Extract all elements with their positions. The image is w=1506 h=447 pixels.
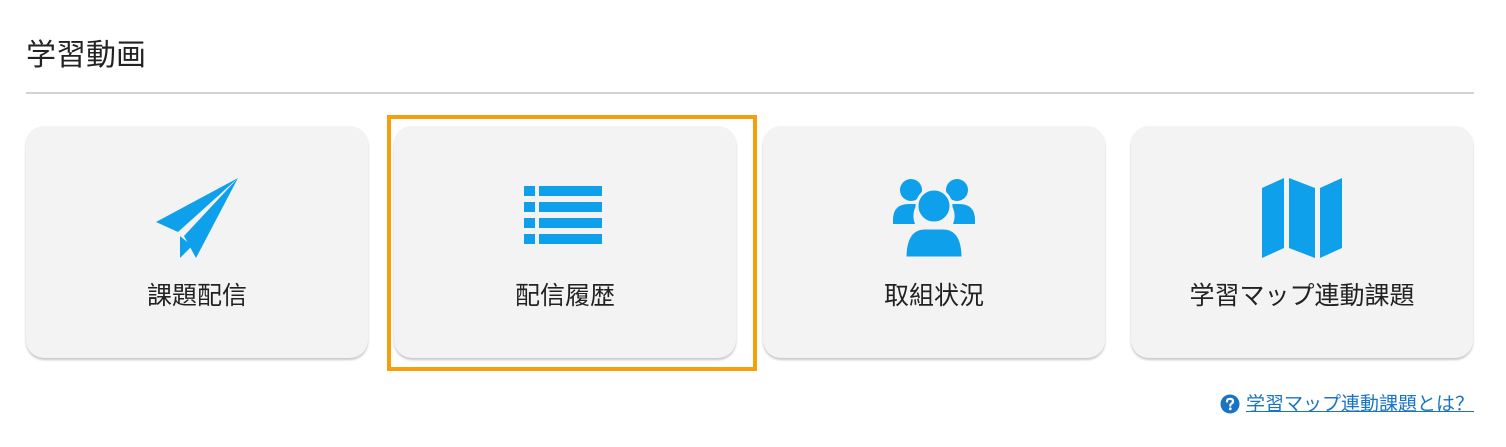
users-icon — [889, 176, 979, 260]
card-label: 配信履歴 — [514, 281, 615, 310]
card-label: 課題配信 — [146, 281, 247, 310]
card-assignment-delivery[interactable]: 課題配信 — [26, 126, 368, 358]
map-icon — [1257, 176, 1347, 260]
card-label: 取組状況 — [883, 281, 984, 310]
list-icon — [520, 176, 610, 260]
paper-plane-icon — [152, 176, 242, 260]
question-circle-icon — [1220, 394, 1240, 414]
card-progress-status[interactable]: 取組状況 — [763, 126, 1105, 358]
card-learning-map-assignment[interactable]: 学習マップ連動課題 — [1131, 126, 1473, 358]
header-divider — [26, 92, 1474, 94]
help-link-text: 学習マップ連動課題とは？ — [1245, 393, 1474, 415]
page-title: 学習動画 — [26, 38, 146, 73]
menu-cards: 課題配信 配信履歴 取組状況 学習マップ連動課題 — [26, 126, 1474, 360]
card-label: 学習マップ連動課題 — [1189, 281, 1415, 310]
help-link-learning-map[interactable]: 学習マップ連動課題とは？ — [1220, 390, 1474, 418]
card-delivery-history[interactable]: 配信履歴 — [394, 126, 736, 358]
